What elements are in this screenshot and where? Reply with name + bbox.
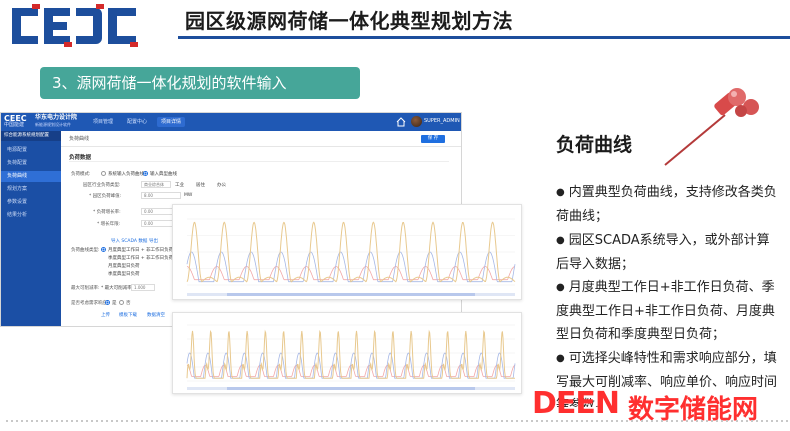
app-company: 华东电力设计院 bbox=[35, 114, 78, 121]
app-product: 新能源规划设计软件 bbox=[35, 122, 71, 127]
form-title: 负荷数据 bbox=[69, 155, 92, 161]
radio-curve-monthly-work[interactable] bbox=[101, 247, 106, 252]
peak-input[interactable]: 8.00 bbox=[141, 192, 181, 199]
header-rule bbox=[178, 36, 790, 39]
industry-opt-residential[interactable]: 居住 bbox=[196, 182, 205, 188]
peak-unit: MW bbox=[184, 193, 193, 198]
load-chart-bottom-svg bbox=[186, 324, 516, 390]
industry-opt-industry[interactable]: 工业 bbox=[175, 182, 184, 188]
demand-yes-label: 是 bbox=[112, 301, 117, 306]
form-divider bbox=[69, 161, 449, 162]
section-label: 3、源网荷储一体化规划的软件输入 bbox=[40, 67, 360, 99]
bullet-1: ● 内置典型负荷曲线，支持修改各类负荷曲线； bbox=[556, 181, 778, 228]
sidebar: 综合能源系统规划配置 电源配置 负荷配置 负荷曲线 规划方案 参数设置 结果分析 bbox=[1, 131, 61, 326]
export-link[interactable]: 导出 bbox=[149, 238, 158, 244]
max-reduction-label: 最大可削减率: bbox=[71, 286, 100, 291]
slide-title: 园区级源网荷储一体化典型规划方法 bbox=[185, 9, 513, 33]
growth-label: * 负荷增长率: bbox=[93, 210, 121, 215]
avatar[interactable] bbox=[411, 116, 422, 127]
bullet-dot: ● bbox=[556, 353, 565, 364]
sidebar-item-results[interactable]: 结果分析 bbox=[1, 210, 61, 221]
curve-opt-quarterly-day[interactable]: 季度典型日负荷 bbox=[108, 271, 140, 277]
industry-opt-office[interactable]: 办公 bbox=[217, 182, 226, 188]
panel-header: 负荷曲线 保 存 bbox=[61, 131, 461, 147]
sidebar-item-source[interactable]: 电源配置 bbox=[1, 145, 61, 156]
demand-response-label: 是否考虑需求响应: bbox=[71, 301, 109, 306]
curve-opt-monthly-day[interactable]: 月度典型日负荷 bbox=[108, 263, 140, 269]
sidebar-item-load-config[interactable]: 负荷配置 bbox=[1, 158, 61, 169]
peak-label: * 园区负荷峰值: bbox=[89, 194, 122, 199]
sidebar-item-plan[interactable]: 规划方案 bbox=[1, 184, 61, 195]
series-line-load bbox=[186, 329, 515, 379]
demand-no-label: 否 bbox=[126, 301, 131, 306]
max-reduction-caption: * 最大可削减率 bbox=[101, 286, 132, 291]
ceec-logo bbox=[12, 4, 138, 47]
bullet-2-text: 园区SCADA系统导入，或外部计算后导入数据； bbox=[556, 233, 770, 272]
tab-project-detail[interactable]: 项目详情 bbox=[157, 117, 186, 127]
bullet-dot: ● bbox=[556, 187, 565, 198]
industry-label: 园区行业负荷类型: bbox=[83, 183, 121, 188]
load-chart-top bbox=[172, 204, 522, 300]
years-label: * 增长年限: bbox=[97, 222, 121, 227]
sidebar-item-load-curve[interactable]: 负荷曲线 bbox=[1, 171, 61, 182]
radio-system-curve-label: 系统输入负荷曲线 bbox=[108, 172, 144, 177]
curve-type-label: 负荷曲线类型: bbox=[71, 248, 100, 253]
app-topbar: CEEC 中国能建 华东电力设计院 新能源规划设计软件 项目管理 配置中心 项目… bbox=[1, 113, 461, 131]
industry-select[interactable]: 商业综合体 bbox=[141, 181, 171, 188]
load-chart-bottom bbox=[172, 312, 522, 394]
clear-data-link[interactable]: 数据清空 bbox=[147, 312, 165, 318]
radio-demand-yes[interactable] bbox=[105, 300, 110, 305]
app-org: 中国能建 bbox=[4, 122, 25, 128]
footer-dotted-rule bbox=[6, 420, 790, 422]
zoom-slider-handle bbox=[227, 387, 475, 390]
home-icon[interactable] bbox=[395, 116, 407, 128]
right-heading: 负荷曲线 bbox=[556, 134, 633, 156]
zoom-slider-handle bbox=[227, 293, 475, 296]
upload-link[interactable]: 上传 bbox=[101, 312, 110, 318]
bullet-1-text: 内置典型负荷曲线，支持修改各类负荷曲线； bbox=[556, 185, 777, 224]
tab-project-manage[interactable]: 项目管理 bbox=[89, 117, 117, 127]
bullet-3-text: 月度典型工作日+非工作日负荷、季度典型工作日+非工作日负荷、月度典型日负荷和季度… bbox=[556, 280, 775, 342]
series-line-peak-valley bbox=[186, 251, 516, 283]
sidebar-item-params[interactable]: 参数设置 bbox=[1, 197, 61, 208]
tab-config-center[interactable]: 配置中心 bbox=[123, 117, 151, 127]
panel-tab-load-curve[interactable]: 负荷曲线 bbox=[69, 135, 89, 142]
bullet-dot: ● bbox=[556, 235, 565, 246]
syringe-icon bbox=[664, 88, 759, 166]
load-chart-top-svg bbox=[186, 218, 516, 296]
import-scada-link[interactable]: 导入 SCADA 数据 bbox=[111, 238, 147, 244]
radio-typical-curve-label: 输入典型曲线 bbox=[150, 172, 177, 177]
bullet-dot: ● bbox=[556, 282, 565, 293]
bullet-2: ● 园区SCADA系统导入，或外部计算后导入数据； bbox=[556, 229, 778, 276]
radio-typical-curve[interactable] bbox=[143, 171, 148, 176]
template-download-link[interactable]: 模板下载 bbox=[119, 312, 137, 318]
input-mode-label: 负荷模式: bbox=[71, 172, 91, 177]
user-name[interactable]: SUPER_ADMIN bbox=[424, 118, 460, 124]
sidebar-header: 综合能源系统规划配置 bbox=[1, 131, 61, 141]
watermark-latin: DEEN bbox=[532, 386, 620, 421]
bullet-3: ● 月度典型工作日+非工作日负荷、季度典型工作日+非工作日负荷、月度典型日负荷和季… bbox=[556, 276, 778, 347]
max-reduction-input[interactable]: 1.000 bbox=[131, 284, 155, 291]
radio-system-curve[interactable] bbox=[101, 171, 106, 176]
save-button[interactable]: 保 存 bbox=[421, 135, 445, 143]
radio-demand-no[interactable] bbox=[119, 300, 124, 305]
